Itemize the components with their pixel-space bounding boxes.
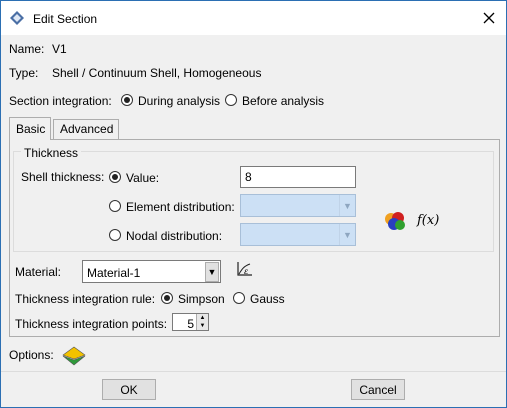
window-title: Edit Section bbox=[33, 12, 98, 26]
fx-label[interactable]: f(x) bbox=[417, 213, 439, 228]
material-select[interactable]: Material-1 ▼ bbox=[82, 260, 221, 283]
cancel-button-label: Cancel bbox=[359, 382, 397, 397]
before-analysis-radio[interactable] bbox=[225, 94, 237, 106]
ok-button-label: OK bbox=[120, 382, 138, 397]
integration-points-label: Thickness integration points: bbox=[15, 317, 168, 331]
cancel-button[interactable]: Cancel bbox=[351, 379, 405, 400]
thickness-value-text: 8 bbox=[245, 170, 252, 184]
integration-points-spinner[interactable]: 5 ▲ ▼ bbox=[172, 313, 209, 331]
chevron-down-icon: ▼ bbox=[339, 195, 355, 216]
section-integration-label: Section integration: bbox=[9, 94, 112, 108]
integration-rule-label: Thickness integration rule: bbox=[15, 292, 156, 306]
name-value: V1 bbox=[52, 42, 67, 56]
simpson-label[interactable]: Simpson bbox=[178, 292, 225, 306]
before-analysis-label[interactable]: Before analysis bbox=[242, 94, 324, 108]
nodal-distribution-label[interactable]: Nodal distribution: bbox=[126, 229, 222, 243]
element-distribution-label[interactable]: Element distribution: bbox=[126, 200, 235, 214]
svg-text:ε: ε bbox=[244, 267, 248, 276]
value-label[interactable]: Value: bbox=[126, 171, 159, 185]
shell-thickness-label: Shell thickness: bbox=[21, 170, 105, 184]
material-label: Material: bbox=[15, 265, 62, 279]
material-manager-icon[interactable]: ε bbox=[236, 260, 254, 278]
material-value: Material-1 bbox=[87, 266, 141, 280]
element-distribution-radio[interactable] bbox=[109, 200, 121, 212]
gauss-radio[interactable] bbox=[233, 292, 245, 304]
integration-points-value: 5 bbox=[187, 317, 194, 331]
chevron-down-icon: ▼ bbox=[205, 262, 219, 282]
nodal-distribution-radio[interactable] bbox=[109, 229, 121, 241]
during-analysis-radio[interactable] bbox=[121, 94, 133, 106]
thickness-group-title: Thickness bbox=[21, 146, 82, 160]
section-options-icon[interactable] bbox=[62, 346, 86, 366]
simpson-radio[interactable] bbox=[161, 292, 173, 304]
type-value: Shell / Continuum Shell, Homogeneous bbox=[52, 66, 262, 80]
element-distribution-select[interactable]: ▼ bbox=[240, 194, 356, 217]
nodal-distribution-select[interactable]: ▼ bbox=[240, 223, 356, 246]
tab-advanced[interactable]: Advanced bbox=[53, 119, 119, 139]
abaqus-app-icon bbox=[9, 10, 25, 26]
name-label: Name: bbox=[9, 42, 45, 56]
value-radio[interactable] bbox=[109, 171, 121, 183]
footer-separator bbox=[1, 371, 506, 372]
gauss-label[interactable]: Gauss bbox=[250, 292, 285, 306]
analytical-field-icon[interactable] bbox=[382, 209, 408, 233]
type-label: Type: bbox=[9, 66, 39, 80]
during-analysis-label[interactable]: During analysis bbox=[138, 94, 220, 108]
options-label: Options: bbox=[9, 348, 54, 362]
tab-basic-label: Basic bbox=[16, 122, 46, 136]
thickness-value-input[interactable]: 8 bbox=[240, 166, 356, 188]
title-bar[interactable]: Edit Section bbox=[1, 1, 506, 35]
spin-down-icon[interactable]: ▼ bbox=[196, 322, 208, 330]
close-icon[interactable] bbox=[478, 7, 500, 29]
tab-basic[interactable]: Basic bbox=[9, 117, 51, 140]
chevron-down-icon: ▼ bbox=[339, 224, 355, 245]
ok-button[interactable]: OK bbox=[102, 379, 156, 400]
tab-advanced-label: Advanced bbox=[60, 122, 114, 136]
edit-section-dialog: Edit Section Name: V1 Type: Shell / Cont… bbox=[0, 0, 507, 408]
